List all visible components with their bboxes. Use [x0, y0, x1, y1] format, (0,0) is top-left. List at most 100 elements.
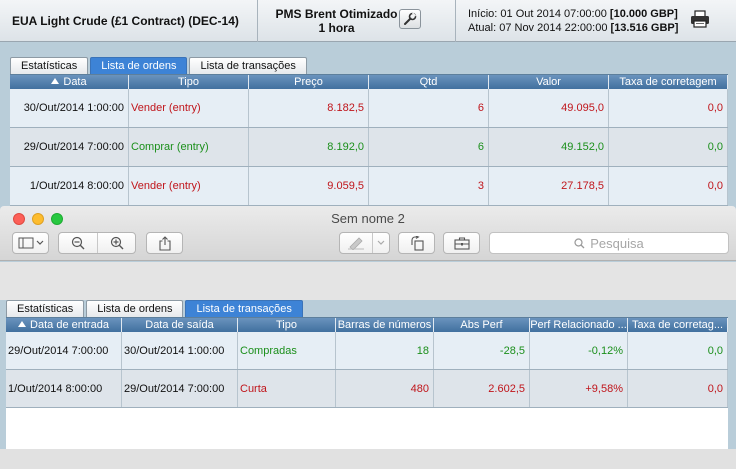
transactions-table: Data de entrada Data de saída Tipo Barra… [6, 317, 728, 449]
start-label: Início: [468, 8, 498, 20]
transaction-tabs: Estatísticas Lista de ordens Lista de tr… [6, 300, 305, 317]
search-placeholder: Pesquisa [590, 235, 644, 251]
strategy-settings-button[interactable] [399, 9, 421, 29]
markup-pen-icon [348, 237, 364, 250]
share-button[interactable] [146, 232, 183, 254]
col-fee[interactable]: Taxa de corretagem [609, 75, 728, 89]
tab-order-list[interactable]: Lista de ordens [86, 300, 184, 317]
rotate-icon [410, 235, 424, 251]
cell-date: 29/Out/2014 7:00:00 [10, 128, 129, 166]
cell-exit-date: 29/Out/2014 7:00:00 [122, 370, 238, 407]
zoom-out-icon [71, 236, 85, 250]
tab-order-list[interactable]: Lista de ordens [90, 57, 188, 74]
cell-qty: 6 [369, 89, 489, 127]
markup-controls [339, 232, 390, 254]
cell-fee: 0,0 [628, 332, 728, 369]
cell-date: 1/Out/2014 8:00:00 [10, 167, 129, 205]
window-titlebar[interactable]: Sem nome 2 Pesquisa [0, 206, 736, 261]
cell-type: Vender (entry) [129, 167, 249, 205]
sort-up-icon [18, 321, 27, 327]
zoom-in-icon [110, 236, 123, 250]
cell-bars: 480 [336, 370, 434, 407]
printer-icon [691, 10, 709, 28]
strategy-name: PMS Brent Otimizado [275, 7, 398, 21]
rotate-button[interactable] [398, 232, 435, 254]
zoom-controls [58, 232, 136, 254]
window-title: Sem nome 2 [331, 211, 405, 226]
tab-transaction-list[interactable]: Lista de transações [185, 300, 303, 317]
table-row[interactable]: 1/Out/2014 8:00:00 29/Out/2014 7:00:00 C… [6, 370, 728, 408]
sidebar-icon [18, 237, 43, 249]
cell-entry-date: 29/Out/2014 7:00:00 [6, 332, 122, 369]
cell-value: 27.178,5 [489, 167, 609, 205]
report-body: Estatísticas Lista de ordens Lista de tr… [0, 43, 736, 213]
cell-rel-perf: +9,58% [530, 370, 628, 407]
cell-abs-perf: -28,5 [434, 332, 530, 369]
start-value: [10.000 GBP] [609, 8, 678, 20]
col-value[interactable]: Valor [489, 75, 609, 89]
preview-document: Estatísticas Lista de ordens Lista de tr… [0, 300, 736, 469]
search-field[interactable]: Pesquisa [489, 232, 729, 254]
cell-fee: 0,0 [609, 128, 728, 166]
markup-button[interactable] [340, 233, 372, 253]
toolbox-button[interactable] [443, 232, 480, 254]
zoom-out-button[interactable] [59, 233, 97, 253]
cell-price: 8.182,5 [249, 89, 369, 127]
preview-window: Sem nome 2 Pesquisa Estatísticas Lista d… [0, 206, 736, 469]
cell-type: Vender (entry) [129, 89, 249, 127]
col-abs-perf[interactable]: Abs Perf [434, 318, 530, 332]
cell-fee: 0,0 [628, 370, 728, 407]
wrench-icon [404, 12, 417, 25]
col-entry-date[interactable]: Data de entrada [6, 318, 122, 332]
search-icon [574, 237, 585, 248]
col-bars[interactable]: Barras de números [336, 318, 434, 332]
strategy-timeframe: 1 hora [318, 21, 355, 35]
cell-qty: 3 [369, 167, 489, 205]
cell-rel-perf: -0,12% [530, 332, 628, 369]
cell-entry-date: 1/Out/2014 8:00:00 [6, 370, 122, 407]
tab-transaction-list[interactable]: Lista de transações [189, 57, 307, 74]
cell-fee: 0,0 [609, 167, 728, 205]
instrument-name: EUA Light Crude (£1 Contract) (DEC-14) [12, 14, 239, 28]
cell-exit-date: 30/Out/2014 1:00:00 [122, 332, 238, 369]
col-fee[interactable]: Taxa de corretag... [628, 318, 728, 332]
start-date: 01 Out 2014 07:00:00 [500, 8, 607, 20]
cell-abs-perf: 2.602,5 [434, 370, 530, 407]
col-date[interactable]: Data [10, 75, 129, 89]
cell-bars: 18 [336, 332, 434, 369]
preview-gap [0, 262, 736, 300]
sidebar-toggle-button[interactable] [12, 232, 49, 254]
col-price[interactable]: Preço [249, 75, 369, 89]
cell-price: 8.192,0 [249, 128, 369, 166]
zoom-in-button[interactable] [97, 233, 135, 253]
tab-statistics[interactable]: Estatísticas [6, 300, 85, 317]
tab-statistics[interactable]: Estatísticas [10, 57, 89, 74]
cell-value: 49.095,0 [489, 89, 609, 127]
cell-type: Compradas [238, 332, 336, 369]
markup-menu-button[interactable] [372, 233, 389, 253]
cell-value: 49.152,0 [489, 128, 609, 166]
transactions-header-row: Data de entrada Data de saída Tipo Barra… [6, 318, 728, 332]
cell-type: Curta [238, 370, 336, 407]
table-row[interactable]: 29/Out/2014 7:00:00 Comprar (entry) 8.19… [10, 128, 728, 167]
cell-fee: 0,0 [609, 89, 728, 127]
col-rel-perf[interactable]: Perf Relacionado ... [530, 318, 628, 332]
cell-price: 9.059,5 [249, 167, 369, 205]
table-row[interactable]: 1/Out/2014 8:00:00 Vender (entry) 9.059,… [10, 167, 728, 206]
print-button[interactable] [690, 10, 710, 28]
chevron-down-icon [377, 240, 385, 245]
period-panel: Início: 01 Out 2014 07:00:00 [10.000 GBP… [456, 0, 736, 42]
col-qty[interactable]: Qtd [369, 75, 489, 89]
col-exit-date[interactable]: Data de saída [122, 318, 238, 332]
col-type[interactable]: Tipo [129, 75, 249, 89]
toolbox-icon [453, 236, 470, 250]
end-date: 07 Nov 2014 22:00:00 [499, 22, 608, 34]
cell-type: Comprar (entry) [129, 128, 249, 166]
table-row[interactable]: 30/Out/2014 1:00:00 Vender (entry) 8.182… [10, 89, 728, 128]
table-row[interactable]: 29/Out/2014 7:00:00 30/Out/2014 1:00:00 … [6, 332, 728, 370]
col-type[interactable]: Tipo [238, 318, 336, 332]
report-tabs: Estatísticas Lista de ordens Lista de tr… [10, 57, 309, 74]
sort-up-icon [51, 78, 60, 84]
orders-header-row: Data Tipo Preço Qtd Valor Taxa de corret… [10, 75, 728, 89]
end-label: Atual: [468, 22, 497, 34]
